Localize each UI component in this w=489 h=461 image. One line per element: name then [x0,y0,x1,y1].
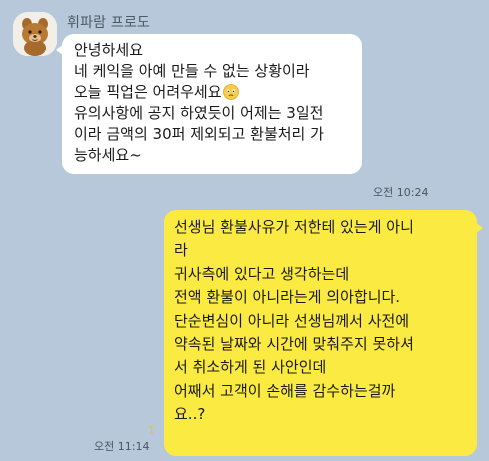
incoming-bubble-tail [56,44,64,56]
sender-name: 휘파람 프로도 [67,15,151,31]
chat-screen: 휘파람 프로도 안녕하세요 네 케익을 아예 만들 수 없는 상황이라 오늘 픽… [0,0,489,461]
incoming-message-line: 네 케익을 아예 만들 수 없는 상황이라 [74,62,310,80]
outgoing-message-line: 요..? [174,405,206,424]
incoming-message-line: 안녕하세요 [74,41,144,59]
outgoing-message-line: 귀사측에 있다고 생각하는데 [174,264,350,283]
incoming-message-line: 이라 금액의 30퍼 제외되고 환불처리 가 [74,125,324,143]
outgoing-message-line: 선생님 환불사유가 저한테 있는게 아니 [174,218,414,236]
outgoing-message-line: 서 취소하게 된 사안인데 [174,358,327,377]
outgoing-message-time: 오전 11:14 [94,440,150,453]
incoming-message-line: 오늘 픽업은 어려우세요 [74,83,222,101]
outgoing-message-line: 전액 환불이 아니라는게 의아합니다. [174,288,401,307]
incoming-message-time: 오전 10:24 [373,186,429,199]
outgoing-message-line: 약속된 날짜와 시간에 맞춰주지 못하셔 [174,335,414,354]
outgoing-bubble-tail [475,222,483,234]
incoming-message-line: 능하세요~ [74,146,142,164]
incoming-message-line-with-emoji: 오늘 픽업은 어려우세요 [74,82,354,103]
outgoing-message-bubble[interactable]: 선생님 환불사유가 저한테 있는게 아니 라 귀사측에 있다고 생각하는데 전액… [164,210,483,456]
outgoing-message-line: 라 [174,241,188,260]
incoming-message-bubble[interactable]: 안녕하세요 네 케익을 아예 만들 수 없는 상황이라 오늘 픽업은 어려우세요… [56,34,362,174]
outgoing-message-line: 단순변심이 아니라 선생님께서 사전에 [174,311,410,330]
unread-count-badge: 1 [148,424,155,437]
frodo-character-icon [13,12,57,56]
incoming-message-line: 유의사항에 공지 하였듯이 어제는 3일전 [74,104,324,122]
sad-face-emoji-icon [222,84,239,100]
sender-avatar[interactable] [13,12,57,56]
outgoing-message-line: 어째서 고객이 손해를 감수하는걸까 [174,381,396,400]
